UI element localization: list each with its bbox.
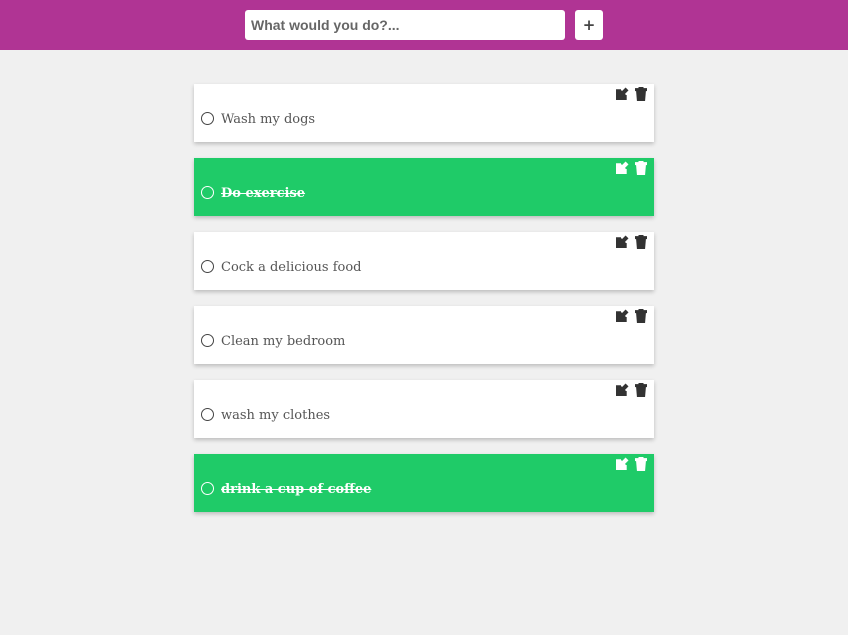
task-item: Cock a delicious food bbox=[194, 232, 654, 290]
circle-outline-icon[interactable] bbox=[201, 260, 214, 273]
plus-icon: + bbox=[582, 16, 596, 34]
task-label: Cock a delicious food bbox=[221, 260, 362, 275]
task-actions bbox=[615, 383, 648, 397]
task-actions bbox=[615, 87, 648, 101]
edit-icon[interactable] bbox=[615, 457, 629, 471]
circle-outline-icon[interactable] bbox=[201, 112, 214, 125]
trash-icon[interactable] bbox=[634, 87, 648, 101]
task-label: Wash my dogs bbox=[221, 112, 316, 127]
new-task-input[interactable] bbox=[245, 10, 565, 40]
edit-icon[interactable] bbox=[615, 383, 629, 397]
circle-outline-icon[interactable] bbox=[201, 186, 214, 199]
trash-icon[interactable] bbox=[634, 309, 648, 323]
edit-icon[interactable] bbox=[615, 309, 629, 323]
circle-outline-icon[interactable] bbox=[201, 482, 214, 495]
top-bar: + bbox=[0, 0, 848, 50]
task-actions bbox=[615, 457, 648, 471]
circle-outline-icon[interactable] bbox=[201, 408, 214, 421]
trash-icon[interactable] bbox=[634, 235, 648, 249]
edit-icon[interactable] bbox=[615, 87, 629, 101]
task-actions bbox=[615, 235, 648, 249]
task-label: wash my clothes bbox=[221, 408, 331, 423]
add-task-button[interactable]: + bbox=[575, 10, 603, 40]
trash-icon[interactable] bbox=[634, 457, 648, 471]
circle-outline-icon[interactable] bbox=[201, 334, 214, 347]
task-item: Clean my bedroom bbox=[194, 306, 654, 364]
task-list: Wash my dogs Do exercise Cock a delicious … bbox=[194, 84, 654, 528]
task-actions bbox=[615, 161, 648, 175]
edit-icon[interactable] bbox=[615, 161, 629, 175]
task-label: Do exercise bbox=[221, 186, 306, 201]
task-item: wash my clothes bbox=[194, 380, 654, 438]
task-label: Clean my bedroom bbox=[221, 334, 346, 349]
task-actions bbox=[615, 309, 648, 323]
task-label: drink a cup of coffee bbox=[221, 482, 372, 497]
trash-icon[interactable] bbox=[634, 161, 648, 175]
task-item: Wash my dogs bbox=[194, 84, 654, 142]
task-item: drink a cup of coffee bbox=[194, 454, 654, 512]
task-item: Do exercise bbox=[194, 158, 654, 216]
edit-icon[interactable] bbox=[615, 235, 629, 249]
trash-icon[interactable] bbox=[634, 383, 648, 397]
